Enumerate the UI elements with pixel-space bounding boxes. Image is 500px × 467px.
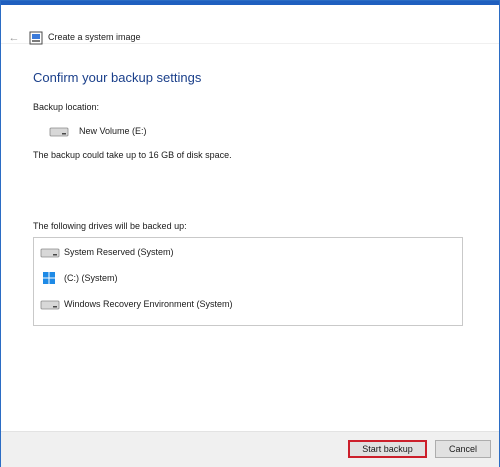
system-image-app-icon [29,31,43,45]
list-item: Windows Recovery Environment (System) [34,294,462,316]
drive-icon [40,248,60,258]
button-bar: Start backup Cancel [1,431,499,467]
list-item: System Reserved (System) [34,242,462,264]
window-title: Create a system image [48,32,141,42]
list-item: (C:) (System) [34,268,462,290]
cancel-button[interactable]: Cancel [435,440,491,458]
backup-location-label: Backup location: [33,102,100,112]
title-bar: ← Create a system image [1,1,499,45]
title-bar-accent [1,1,499,5]
disk-space-message: The backup could take up to 16 GB of dis… [33,150,232,160]
system-image-window: ← Create a system image Confirm your bac… [0,0,500,467]
drive-label: System Reserved (System) [64,247,174,257]
windows-drive-icon [43,272,55,284]
drive-icon [49,127,69,137]
page-heading: Confirm your backup settings [33,70,202,85]
drives-list-label: The following drives will be backed up: [33,221,187,231]
drives-list: System Reserved (System) (C:) (System) W… [33,237,463,326]
drive-label: (C:) (System) [64,273,118,283]
back-arrow-icon[interactable]: ← [7,31,21,45]
drive-label: Windows Recovery Environment (System) [64,299,233,309]
backup-location-drive: New Volume (E:) [79,126,147,136]
start-backup-button[interactable]: Start backup [348,440,427,458]
main-content: Confirm your backup settings Backup loca… [1,44,499,430]
drive-icon [40,300,60,310]
